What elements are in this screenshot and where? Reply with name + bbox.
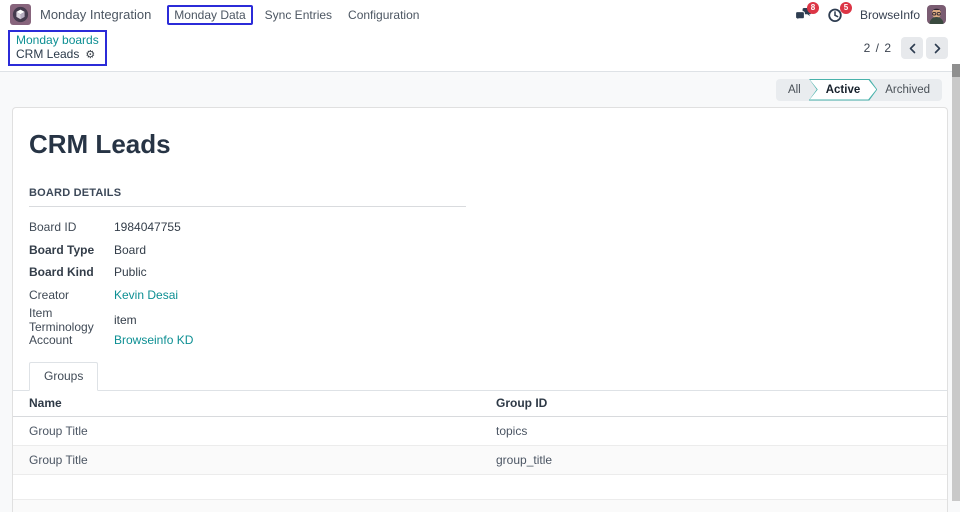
breadcrumb-parent-link[interactable]: Monday boards [16,33,99,47]
breadcrumb: Monday boards CRM Leads ⚙ [8,30,107,66]
gear-icon[interactable]: ⚙ [85,49,95,60]
cell-name: Group Title [13,417,480,446]
filter-active-selected[interactable]: Active [809,79,878,101]
notebook-tabs: Groups [13,362,947,391]
activities-clock-icon[interactable]: 5 [827,7,845,23]
field-creator: Creator Kevin Desai [29,284,931,307]
field-label: Board Kind [29,265,114,279]
page-title: CRM Leads [29,129,931,160]
user-name: BrowseInfo [860,8,920,22]
cell-name: Group Title [13,446,480,475]
field-label: Account [29,333,114,347]
empty-row [13,500,947,512]
field-label: Item Terminology [29,306,114,334]
menu-monday-data[interactable]: Monday Data [167,5,252,25]
tab-groups[interactable]: Groups [29,362,98,391]
breadcrumb-current: CRM Leads ⚙ [16,47,99,62]
account-link[interactable]: Browseinfo KD [114,333,931,347]
field-value: Board [114,243,931,257]
field-label: Board Type [29,243,114,257]
field-label: Board ID [29,220,114,234]
field-board-id: Board ID 1984047755 [29,216,931,239]
groups-table-header-row: Name Group ID [13,391,947,417]
column-header-name[interactable]: Name [13,391,480,417]
field-value: Public [114,265,931,279]
field-value: item [114,313,931,327]
table-row[interactable]: Group Title topics [13,417,947,446]
cell-group-id: topics [480,417,947,446]
form-sheet: CRM Leads BOARD DETAILS Board ID 1984047… [12,107,948,512]
archive-filter: All Active Archived [776,79,942,101]
field-item-terminology: Item Terminology item [29,306,931,329]
field-account: Account Browseinfo KD [29,329,931,352]
pager-next-button[interactable] [926,37,948,59]
creator-link[interactable]: Kevin Desai [114,288,931,302]
section-title-board-details: BOARD DETAILS [29,187,466,207]
filter-archived[interactable]: Archived [873,79,942,101]
field-label: Creator [29,288,114,302]
empty-row [13,475,947,500]
pager-previous-button[interactable] [901,37,923,59]
control-panel: All Active Archived [0,72,960,107]
cell-group-id: group_title [480,446,947,475]
messages-badge: 8 [807,2,819,14]
messages-icon[interactable]: 8 [794,7,812,23]
app-cube-icon[interactable] [10,4,31,25]
breadcrumb-bar: Monday boards CRM Leads ⚙ 2 / 2 [0,29,960,71]
breadcrumb-current-label: CRM Leads [16,47,79,62]
vertical-scrollbar[interactable] [952,64,960,501]
menu-sync-entries[interactable]: Sync Entries [257,5,340,25]
groups-table: Name Group ID Group Title topics Group T… [13,391,947,512]
field-value: 1984047755 [114,220,931,234]
user-menu[interactable]: BrowseInfo [860,5,946,24]
field-board-kind: Board Kind Public [29,261,931,284]
scrollbar-thumb[interactable] [952,64,960,77]
pager: 2 / 2 [864,37,948,59]
field-board-type: Board Type Board [29,239,931,262]
app-title: Monday Integration [40,7,151,22]
menu-configuration[interactable]: Configuration [340,5,427,25]
column-header-group-id[interactable]: Group ID [480,391,947,417]
pager-count: 2 / 2 [864,41,892,55]
top-navbar: Monday Integration Monday Data Sync Entr… [0,0,960,29]
topnav-right: 8 5 BrowseInfo [794,5,950,24]
activities-badge: 5 [840,2,852,14]
table-row[interactable]: Group Title group_title [13,446,947,475]
filter-active-label: Active [810,80,877,100]
user-avatar [927,5,946,24]
filter-all[interactable]: All [776,79,813,101]
